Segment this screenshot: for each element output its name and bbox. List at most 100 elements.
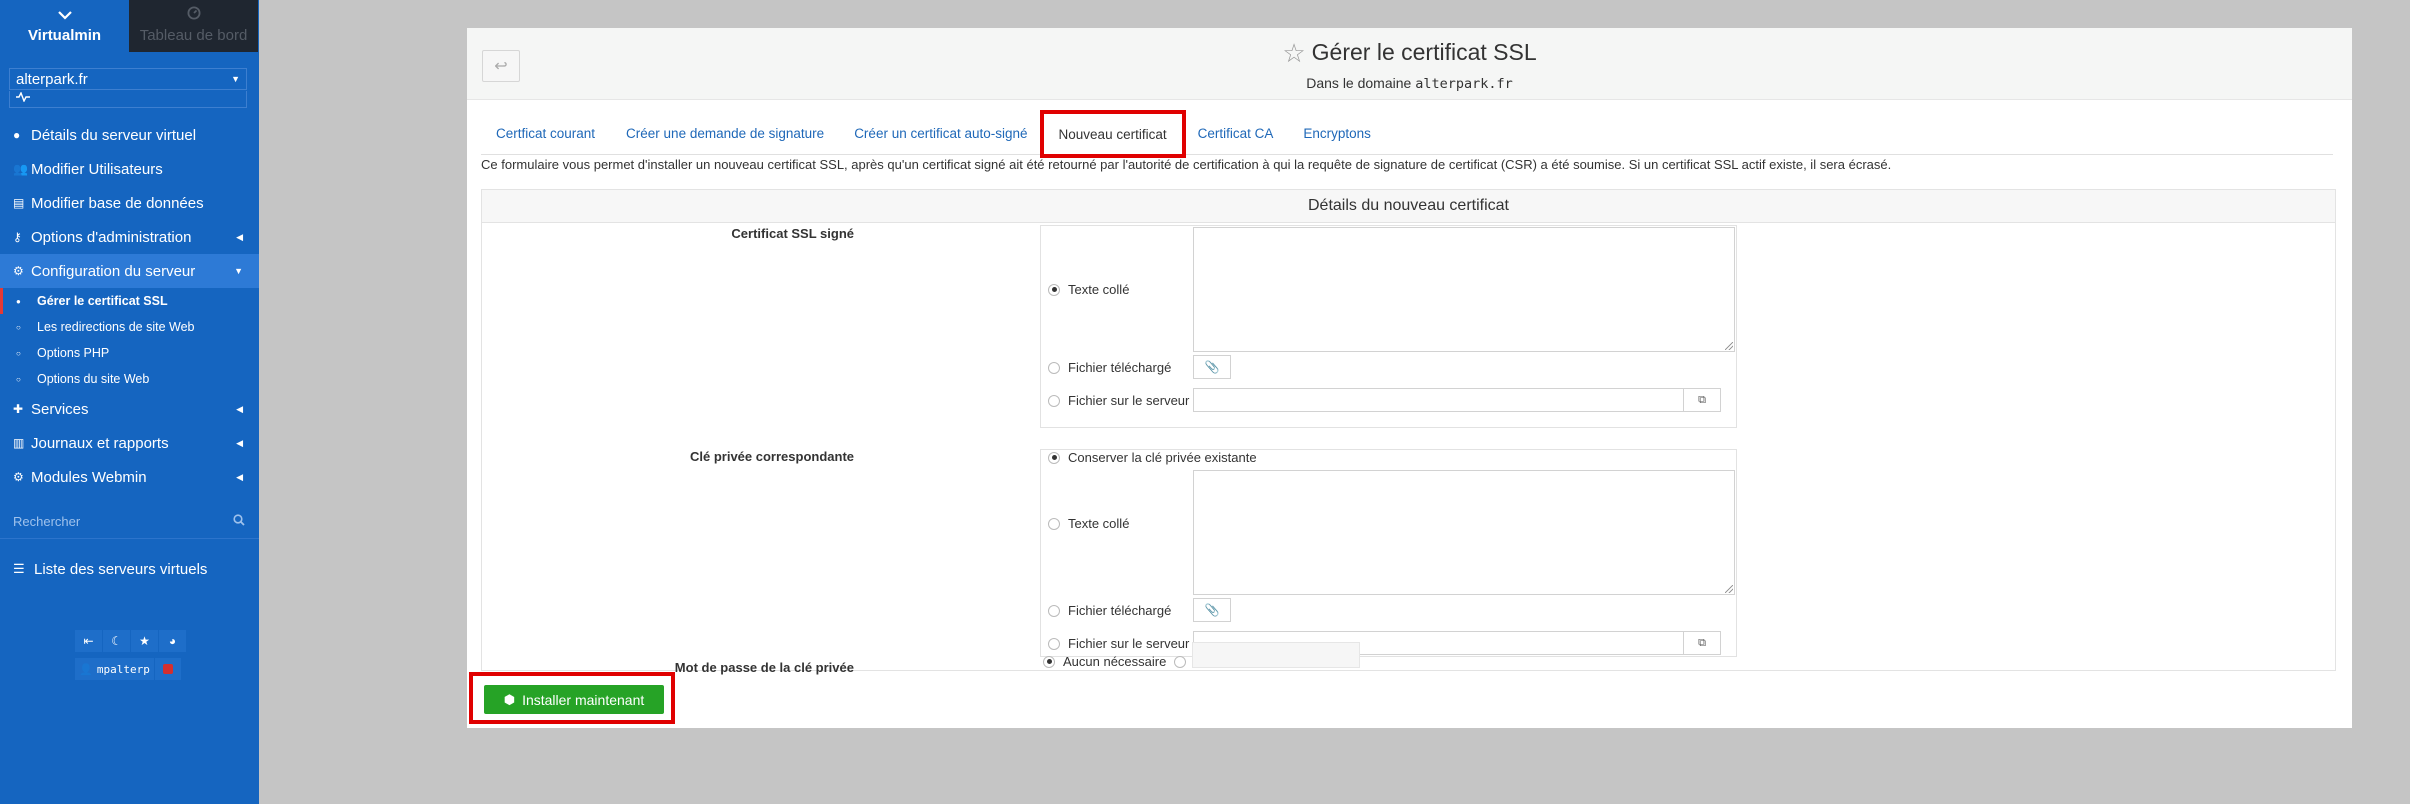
install-button-label: Installer maintenant (522, 691, 645, 708)
cert-opt-uploaded[interactable]: Fichier téléchargé (1048, 360, 1171, 375)
tab-self-signed[interactable]: Créer un certificat auto-signé (839, 113, 1042, 154)
activity-icon (16, 91, 30, 105)
tab-virtualmin-label: Virtualmin (27, 27, 102, 44)
sidebar-item-server-config[interactable]: ⚙ Configuration du serveur ▼ (0, 254, 259, 288)
radio-icon[interactable] (1048, 451, 1060, 464)
radio-icon[interactable] (1048, 394, 1060, 407)
caret-left-icon: ◀ (236, 471, 243, 482)
sidebar-item-label: Liste des serveurs virtuels (34, 560, 208, 578)
sidebar-sub-redirects[interactable]: ○ Les redirections de site Web (0, 314, 259, 340)
key-opt-server[interactable]: Fichier sur le serveur (1048, 636, 1189, 651)
modules-icon: ⚙ (13, 470, 24, 484)
domain-select[interactable]: alterpark.fr ▼ (9, 68, 247, 90)
radio-label: Fichier sur le serveur (1068, 393, 1190, 408)
user-icon: 👤 (79, 662, 93, 676)
star-outline-icon[interactable]: ☆ (1282, 38, 1305, 68)
cube-icon: ⬢ (503, 691, 516, 707)
radio-icon[interactable] (1048, 283, 1060, 296)
key-label: Clé privée correspondante (690, 449, 854, 464)
tab-dashboard[interactable]: Tableau de bord (129, 0, 258, 52)
username: mpalterp (96, 662, 150, 676)
tab-bar: Certficat courant Créer une demande de s… (481, 110, 2333, 158)
sidebar-footer-user: 👤 mpalterp (75, 658, 181, 680)
cert-opt-pasted[interactable]: Texte collé (1048, 282, 1129, 297)
sidebar-sub-website[interactable]: ○ Options du site Web (0, 366, 259, 392)
search-input[interactable]: Rechercher (13, 514, 80, 529)
cogs-icon: ⚙ (13, 264, 24, 278)
pw-input[interactable] (1192, 642, 1360, 668)
sidebar-sub-php[interactable]: ○ Options PHP (0, 340, 259, 366)
radio-icon[interactable] (1048, 604, 1060, 617)
star-icon[interactable]: ★ (131, 630, 158, 652)
key-textarea[interactable] (1193, 470, 1735, 595)
sidebar-item-label: Modifier Utilisateurs (31, 160, 163, 178)
page-title: ☆ Gérer le certificat SSL (467, 38, 2352, 69)
tab-dashboard-label: Tableau de bord (139, 27, 248, 44)
sidebar-sub-label: Gérer le certificat SSL (37, 294, 168, 308)
radio-label: Texte collé (1068, 282, 1130, 297)
sidebar-item-webmin-modules[interactable]: ⚙ Modules Webmin ◀ (0, 460, 259, 494)
moon-icon[interactable]: ☾ (103, 630, 130, 652)
users-icon: 👥 (13, 162, 28, 176)
cert-browse-button[interactable]: ⧉ (1683, 388, 1721, 412)
panel-header: ↩ ☆ Gérer le certificat SSL Dans le domai… (467, 28, 2352, 100)
cert-opt-server[interactable]: Fichier sur le serveur (1048, 393, 1189, 408)
page-subtitle: Dans le domaine alterpark.fr (467, 75, 2352, 92)
sidebar-item-logs[interactable]: ▥ Journaux et rapports ◀ (0, 426, 259, 460)
database-icon: ▤ (13, 196, 25, 210)
sidebar-sub-ssl[interactable]: ● Gérer le certificat SSL (0, 288, 259, 314)
sidebar-menu: ● Détails du serveur virtuel 👥 Modifier … (0, 118, 259, 494)
radio-label: Fichier téléchargé (1068, 603, 1172, 618)
activity-bar (9, 91, 247, 108)
user-button[interactable]: 👤 mpalterp (75, 658, 154, 680)
key-opt-pasted[interactable]: Texte collé (1048, 516, 1129, 531)
sidebar-item-databases[interactable]: ▤ Modifier base de données (0, 186, 259, 220)
install-button[interactable]: ⬢ Installer maintenant (484, 685, 664, 714)
domain-select-value: alterpark.fr (16, 70, 88, 88)
form-title: Détails du nouveau certificat (482, 190, 2335, 223)
dashboard-icon (187, 6, 201, 23)
radio-icon[interactable] (1048, 637, 1060, 650)
bullet-icon: ○ (16, 348, 21, 358)
radio-label: Fichier téléchargé (1068, 360, 1172, 375)
tab-virtualmin[interactable]: Virtualmin (0, 0, 129, 52)
cert-textarea[interactable] (1193, 227, 1735, 352)
sidebar-sub-label: Les redirections de site Web (37, 320, 195, 334)
sidebar-item-admin-options[interactable]: ⚷ Options d'administration ◀ (0, 220, 259, 254)
radio-label: Texte collé (1068, 516, 1130, 531)
radio-icon[interactable] (1048, 517, 1060, 530)
radio-icon[interactable] (1174, 655, 1187, 668)
sidebar-top-tabs: Virtualmin Tableau de bord (0, 0, 259, 52)
tab-csr[interactable]: Créer une demande de signature (611, 113, 839, 154)
sidebar-footer-icons: ⇤ ☾ ★ ◕ (75, 630, 186, 652)
key-browse-button[interactable]: ⧉ (1683, 631, 1721, 655)
cert-server-path-input[interactable] (1193, 388, 1684, 412)
sidebar-search[interactable]: Rechercher (13, 508, 245, 534)
pw-opt-none[interactable]: Aucun nécessaire (1043, 654, 1194, 669)
caret-down-icon: ▼ (234, 266, 243, 276)
tab-ca-cert[interactable]: Certificat CA (1183, 113, 1289, 154)
sidebar-item-label: Services (31, 400, 89, 418)
key-opt-keep[interactable]: Conserver la clé privée existante (1048, 450, 1257, 465)
key-opt-uploaded[interactable]: Fichier téléchargé (1048, 603, 1171, 618)
copy-icon: ⧉ (1698, 393, 1706, 406)
tab-letsencrypt[interactable]: Encryptons (1288, 113, 1386, 154)
tab-new-cert[interactable]: Nouveau certificat (1039, 110, 1186, 158)
info-icon: ● (13, 128, 21, 142)
logout-button[interactable] (155, 658, 181, 680)
sidebar-item-services[interactable]: ✚ Services ◀ (0, 392, 259, 426)
cert-upload-button[interactable]: 📎 (1193, 355, 1231, 379)
sidebar-item-users[interactable]: 👥 Modifier Utilisateurs (0, 152, 259, 186)
key-upload-button[interactable]: 📎 (1193, 598, 1231, 622)
sidebar-item-label: Journaux et rapports (31, 434, 169, 452)
radio-icon[interactable] (1048, 361, 1060, 374)
radio-label: Fichier sur le serveur (1068, 636, 1190, 651)
tab-current-cert[interactable]: Certficat courant (481, 113, 610, 154)
sidebar-item-server-list[interactable]: ☰ Liste des serveurs virtuels (13, 554, 207, 584)
toggle-sidebar-icon[interactable]: ⇤ (75, 630, 102, 652)
sidebar-item-details[interactable]: ● Détails du serveur virtuel (0, 118, 259, 152)
search-icon[interactable] (233, 513, 245, 529)
subtitle-prefix: Dans le domaine (1306, 75, 1412, 91)
radio-icon[interactable] (1043, 655, 1055, 668)
palette-icon[interactable]: ◕ (159, 630, 186, 652)
